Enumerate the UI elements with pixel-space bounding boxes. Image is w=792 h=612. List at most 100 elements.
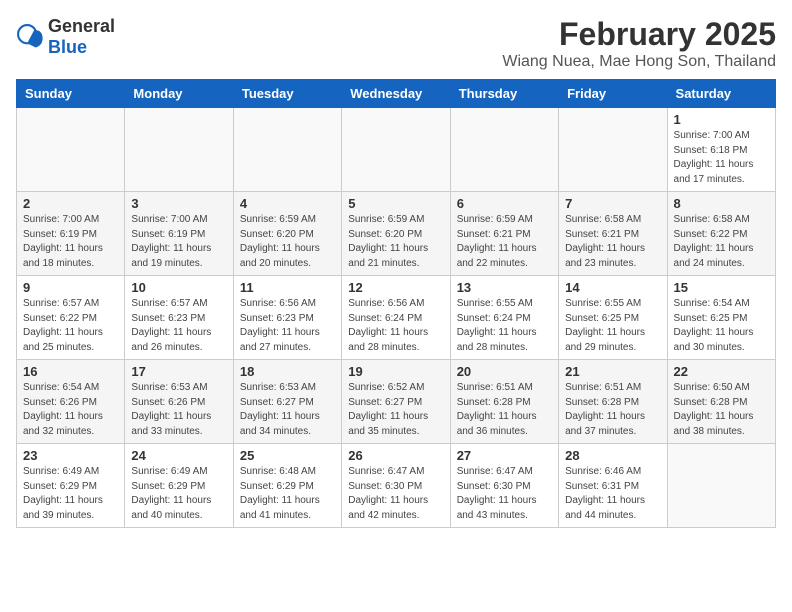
day-number: 18 <box>240 364 335 379</box>
calendar-cell: 16 Sunrise: 6:54 AM Sunset: 6:26 PM Dayli… <box>17 360 125 444</box>
day-number: 14 <box>565 280 660 295</box>
calendar-cell: 19Sunrise: 6:52 AM Sunset: 6:27 PM Dayli… <box>342 360 450 444</box>
day-info: Sunrise: 6:55 AM Sunset: 6:25 PM Dayligh… <box>565 297 660 355</box>
calendar-cell: 27Sunrise: 6:47 AM Sunset: 6:30 PM Dayli… <box>450 444 558 528</box>
day-info: Sunrise: 6:47 AM Sunset: 6:30 PM Dayligh… <box>457 465 552 523</box>
calendar-cell: 9 Sunrise: 6:57 AM Sunset: 6:22 PM Daylig… <box>17 276 125 360</box>
calendar-cell: 10 Sunrise: 6:57 AM Sunset: 6:23 PM Dayli… <box>125 276 233 360</box>
day-info: Sunrise: 6:56 AM Sunset: 6:23 PM Dayligh… <box>240 297 335 355</box>
day-number: 8 <box>674 196 769 211</box>
day-number: 23 <box>23 448 118 463</box>
calendar-cell: 2 Sunrise: 7:00 AM Sunset: 6:19 PM Daylig… <box>17 192 125 276</box>
logo: General Blue <box>16 16 115 58</box>
day-number: 9 <box>23 280 118 295</box>
day-info: Sunrise: 6:58 AM Sunset: 6:22 PM Dayligh… <box>674 213 769 271</box>
calendar-cell: 3Sunrise: 7:00 AM Sunset: 6:19 PM Daylig… <box>125 192 233 276</box>
calendar-cell: 22 Sunrise: 6:50 AM Sunset: 6:28 PM Dayli… <box>667 360 775 444</box>
day-info: Sunrise: 6:49 AM Sunset: 6:29 PM Dayligh… <box>23 465 118 523</box>
calendar-cell: 5Sunrise: 6:59 AM Sunset: 6:20 PM Daylig… <box>342 192 450 276</box>
day-number: 12 <box>348 280 443 295</box>
day-number: 17 <box>131 364 226 379</box>
calendar-cell: 7 Sunrise: 6:58 AM Sunset: 6:21 PM Daylig… <box>559 192 667 276</box>
calendar-cell: 21 Sunrise: 6:51 AM Sunset: 6:28 PM Dayli… <box>559 360 667 444</box>
day-info: Sunrise: 7:00 AM Sunset: 6:19 PM Dayligh… <box>23 213 118 271</box>
logo-icon <box>16 23 44 51</box>
main-title: February 2025 <box>502 16 776 53</box>
day-info: Sunrise: 6:50 AM Sunset: 6:28 PM Dayligh… <box>674 381 769 439</box>
day-number: 28 <box>565 448 660 463</box>
day-number: 7 <box>565 196 660 211</box>
day-number: 4 <box>240 196 335 211</box>
calendar-cell <box>667 444 775 528</box>
day-header-sunday: Sunday <box>17 80 125 108</box>
day-number: 2 <box>23 196 118 211</box>
logo-text: General Blue <box>48 16 115 58</box>
day-info: Sunrise: 6:56 AM Sunset: 6:24 PM Dayligh… <box>348 297 443 355</box>
day-info: Sunrise: 6:57 AM Sunset: 6:22 PM Dayligh… <box>23 297 118 355</box>
calendar-cell: 15 Sunrise: 6:54 AM Sunset: 6:25 PM Dayli… <box>667 276 775 360</box>
day-number: 24 <box>131 448 226 463</box>
day-number: 13 <box>457 280 552 295</box>
calendar-cell <box>17 108 125 192</box>
calendar-week-2: 2 Sunrise: 7:00 AM Sunset: 6:19 PM Daylig… <box>17 192 776 276</box>
calendar-cell: 13 Sunrise: 6:55 AM Sunset: 6:24 PM Dayli… <box>450 276 558 360</box>
calendar-cell: 6 Sunrise: 6:59 AM Sunset: 6:21 PM Daylig… <box>450 192 558 276</box>
calendar-cell: 24Sunrise: 6:49 AM Sunset: 6:29 PM Dayli… <box>125 444 233 528</box>
day-header-friday: Friday <box>559 80 667 108</box>
calendar-week-5: 23 Sunrise: 6:49 AM Sunset: 6:29 PM Dayli… <box>17 444 776 528</box>
day-number: 11 <box>240 280 335 295</box>
calendar: SundayMondayTuesdayWednesdayThursdayFrid… <box>16 79 776 528</box>
day-number: 10 <box>131 280 226 295</box>
subtitle: Wiang Nuea, Mae Hong Son, Thailand <box>502 53 776 71</box>
calendar-cell <box>125 108 233 192</box>
day-info: Sunrise: 6:54 AM Sunset: 6:25 PM Dayligh… <box>674 297 769 355</box>
calendar-cell: 12 Sunrise: 6:56 AM Sunset: 6:24 PM Dayli… <box>342 276 450 360</box>
calendar-cell: 25Sunrise: 6:48 AM Sunset: 6:29 PM Dayli… <box>233 444 341 528</box>
calendar-cell <box>450 108 558 192</box>
calendar-cell: 8 Sunrise: 6:58 AM Sunset: 6:22 PM Daylig… <box>667 192 775 276</box>
page-header: General Blue February 2025 Wiang Nuea, M… <box>16 16 776 71</box>
day-number: 15 <box>674 280 769 295</box>
day-info: Sunrise: 7:00 AM Sunset: 6:18 PM Dayligh… <box>674 129 769 187</box>
day-header-tuesday: Tuesday <box>233 80 341 108</box>
day-number: 6 <box>457 196 552 211</box>
day-info: Sunrise: 6:55 AM Sunset: 6:24 PM Dayligh… <box>457 297 552 355</box>
day-info: Sunrise: 6:48 AM Sunset: 6:29 PM Dayligh… <box>240 465 335 523</box>
day-info: Sunrise: 6:59 AM Sunset: 6:21 PM Dayligh… <box>457 213 552 271</box>
day-number: 16 <box>23 364 118 379</box>
day-info: Sunrise: 6:57 AM Sunset: 6:23 PM Dayligh… <box>131 297 226 355</box>
day-info: Sunrise: 6:53 AM Sunset: 6:27 PM Dayligh… <box>240 381 335 439</box>
calendar-cell: 23 Sunrise: 6:49 AM Sunset: 6:29 PM Dayli… <box>17 444 125 528</box>
title-area: February 2025 Wiang Nuea, Mae Hong Son, … <box>502 16 776 71</box>
calendar-cell: 18 Sunrise: 6:53 AM Sunset: 6:27 PM Dayli… <box>233 360 341 444</box>
calendar-cell: 14 Sunrise: 6:55 AM Sunset: 6:25 PM Dayli… <box>559 276 667 360</box>
calendar-cell: 28 Sunrise: 6:46 AM Sunset: 6:31 PM Dayli… <box>559 444 667 528</box>
calendar-cell <box>342 108 450 192</box>
day-header-wednesday: Wednesday <box>342 80 450 108</box>
calendar-cell <box>233 108 341 192</box>
day-number: 21 <box>565 364 660 379</box>
day-info: Sunrise: 6:47 AM Sunset: 6:30 PM Dayligh… <box>348 465 443 523</box>
day-info: Sunrise: 6:54 AM Sunset: 6:26 PM Dayligh… <box>23 381 118 439</box>
day-info: Sunrise: 6:51 AM Sunset: 6:28 PM Dayligh… <box>565 381 660 439</box>
calendar-week-4: 16 Sunrise: 6:54 AM Sunset: 6:26 PM Dayli… <box>17 360 776 444</box>
day-number: 3 <box>131 196 226 211</box>
calendar-week-1: 1 Sunrise: 7:00 AM Sunset: 6:18 PM Daylig… <box>17 108 776 192</box>
day-number: 1 <box>674 112 769 127</box>
day-header-thursday: Thursday <box>450 80 558 108</box>
day-number: 22 <box>674 364 769 379</box>
day-info: Sunrise: 6:53 AM Sunset: 6:26 PM Dayligh… <box>131 381 226 439</box>
day-number: 5 <box>348 196 443 211</box>
day-number: 20 <box>457 364 552 379</box>
calendar-header-row: SundayMondayTuesdayWednesdayThursdayFrid… <box>17 80 776 108</box>
day-info: Sunrise: 6:46 AM Sunset: 6:31 PM Dayligh… <box>565 465 660 523</box>
calendar-cell: 20 Sunrise: 6:51 AM Sunset: 6:28 PM Dayli… <box>450 360 558 444</box>
day-header-monday: Monday <box>125 80 233 108</box>
day-info: Sunrise: 6:51 AM Sunset: 6:28 PM Dayligh… <box>457 381 552 439</box>
day-info: Sunrise: 6:59 AM Sunset: 6:20 PM Dayligh… <box>240 213 335 271</box>
calendar-cell: 26Sunrise: 6:47 AM Sunset: 6:30 PM Dayli… <box>342 444 450 528</box>
day-header-saturday: Saturday <box>667 80 775 108</box>
calendar-week-3: 9 Sunrise: 6:57 AM Sunset: 6:22 PM Daylig… <box>17 276 776 360</box>
day-info: Sunrise: 6:58 AM Sunset: 6:21 PM Dayligh… <box>565 213 660 271</box>
calendar-cell: 4 Sunrise: 6:59 AM Sunset: 6:20 PM Daylig… <box>233 192 341 276</box>
